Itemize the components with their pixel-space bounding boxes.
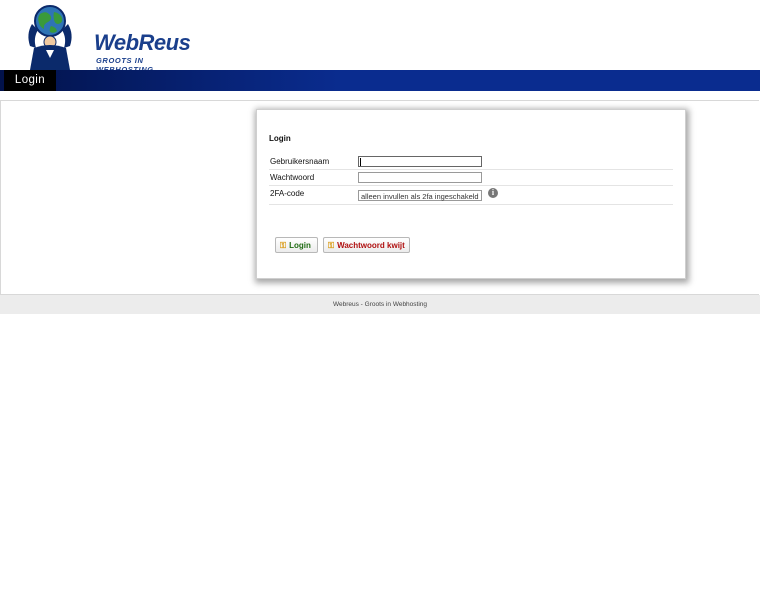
logo-text: WebReus (94, 30, 191, 55)
tab-login[interactable]: Login (4, 70, 56, 91)
password-label: Wachtwoord (270, 173, 315, 182)
forgot-password-button[interactable]: ⚿ Wachtwoord kwijt (323, 237, 410, 253)
password-input[interactable] (358, 172, 482, 183)
username-input[interactable] (358, 156, 482, 167)
top-navbar: Login (0, 70, 760, 91)
twofa-input[interactable]: alleen invullen als 2fa ingeschakeld (358, 190, 482, 201)
login-panel: Login Gebruikersnaam Wachtwoord 2FA-code… (256, 109, 686, 279)
key-icon: ⚿ (280, 241, 287, 250)
password-row: Wachtwoord (269, 170, 673, 186)
login-form: Gebruikersnaam Wachtwoord 2FA-code allee… (269, 154, 673, 205)
username-row: Gebruikersnaam (269, 154, 673, 170)
username-label: Gebruikersnaam (270, 157, 330, 166)
login-panel-title: Login (269, 134, 291, 143)
login-button[interactable]: ⚿ Login (275, 237, 318, 253)
twofa-row: 2FA-code alleen invullen als 2fa ingesch… (269, 186, 673, 205)
giant-globe-icon (28, 5, 72, 70)
info-icon[interactable]: i (488, 188, 498, 198)
header: WebReus GROOTS IN WEBHOSTING (0, 0, 760, 74)
login-button-label: Login (289, 241, 311, 250)
text-cursor (360, 158, 361, 166)
footer: Webreus - Groots in Webhosting (0, 295, 760, 314)
twofa-label: 2FA-code (270, 189, 305, 198)
forgot-password-button-label: Wachtwoord kwijt (337, 241, 405, 250)
webreus-logo[interactable]: WebReus GROOTS IN WEBHOSTING (18, 4, 198, 74)
footer-text: Webreus - Groots in Webhosting (332, 301, 428, 308)
key-icon: ⚿ (328, 241, 335, 250)
